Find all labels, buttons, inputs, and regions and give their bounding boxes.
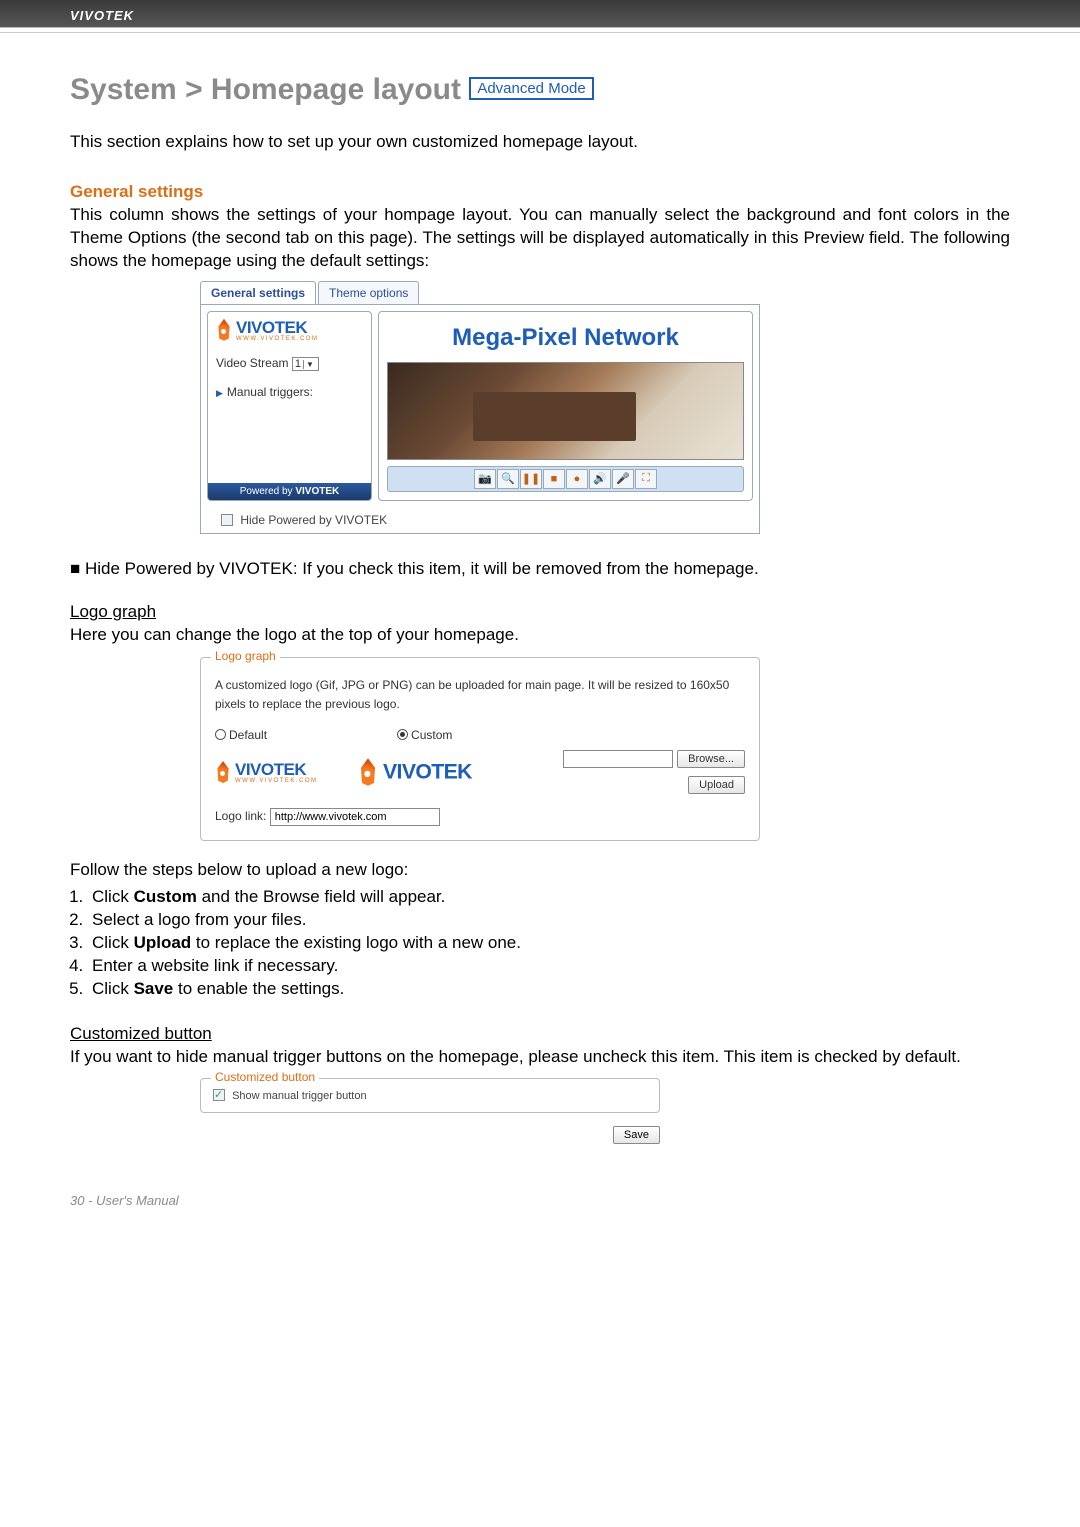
steps-intro: Follow the steps below to upload a new l… bbox=[70, 859, 1010, 882]
general-settings-heading: General settings bbox=[70, 182, 1010, 202]
record-icon[interactable]: ● bbox=[566, 469, 588, 489]
customized-button-legend: Customized button bbox=[211, 1070, 319, 1084]
logo-graph-desc: A customized logo (Gif, JPG or PNG) can … bbox=[215, 676, 745, 714]
hide-powered-note: ■ Hide Powered by VIVOTEK: If you check … bbox=[70, 558, 1010, 581]
browse-field[interactable] bbox=[563, 750, 673, 768]
customized-button-heading: Customized button bbox=[70, 1023, 1010, 1046]
customized-button-panel: Customized button Show manual trigger bu… bbox=[200, 1078, 660, 1113]
hide-powered-checkbox[interactable] bbox=[221, 514, 233, 526]
advanced-mode-badge: Advanced Mode bbox=[469, 77, 593, 100]
zoom-icon[interactable]: 🔍 bbox=[497, 469, 519, 489]
flame-icon bbox=[216, 319, 232, 341]
radio-custom[interactable]: Custom bbox=[397, 728, 452, 742]
player-toolbar: 📷 🔍 ❚❚ ■ ● 🔊 🎤 ⛶ bbox=[387, 466, 744, 492]
logo-text: VIVOTEK bbox=[236, 318, 319, 338]
banner-title: Mega-Pixel Network bbox=[387, 320, 744, 362]
chevron-down-icon: ▼ bbox=[303, 360, 316, 369]
preview-panel: General settings Theme options VIVOTEK W… bbox=[200, 281, 760, 534]
hide-powered-label: Hide Powered by VIVOTEK bbox=[240, 513, 387, 527]
snapshot-icon[interactable]: 📷 bbox=[474, 469, 496, 489]
upload-button[interactable]: Upload bbox=[688, 776, 745, 794]
flame-icon bbox=[215, 761, 231, 783]
pause-icon[interactable]: ❚❚ bbox=[520, 469, 542, 489]
manual-triggers-row[interactable]: ▶Manual triggers: bbox=[216, 385, 363, 399]
logo-link-row: Logo link: bbox=[215, 808, 745, 826]
intro-text: This section explains how to set up your… bbox=[70, 131, 1010, 154]
preview-main: Mega-Pixel Network 📷 🔍 ❚❚ ■ ● 🔊 🎤 ⛶ bbox=[378, 311, 753, 501]
video-stream-label: Video Stream bbox=[216, 356, 289, 370]
video-stream-row: Video Stream 1▼ bbox=[216, 356, 363, 371]
customized-button-text: If you want to hide manual trigger butto… bbox=[70, 1046, 1010, 1069]
fullscreen-icon[interactable]: ⛶ bbox=[635, 469, 657, 489]
top-header: VIVOTEK bbox=[0, 0, 1080, 28]
tab-theme-options[interactable]: Theme options bbox=[318, 281, 419, 304]
video-stream-select[interactable]: 1▼ bbox=[292, 357, 319, 371]
page-footer: 30 - User's Manual bbox=[70, 1193, 1010, 1208]
logo-subtext: WWW.VIVOTEK.COM bbox=[236, 336, 319, 342]
logo-link-label: Logo link: bbox=[215, 809, 266, 823]
general-settings-text: This column shows the settings of your h… bbox=[70, 204, 1010, 273]
save-button[interactable]: Save bbox=[613, 1126, 660, 1144]
logo-graph-heading: Logo graph bbox=[70, 601, 1010, 624]
steps-list: Click Custom and the Browse field will a… bbox=[88, 886, 1010, 1001]
hide-powered-row: Hide Powered by VIVOTEK bbox=[221, 513, 753, 527]
logo: VIVOTEK WWW.VIVOTEK.COM bbox=[216, 318, 319, 342]
brand-text: VIVOTEK bbox=[70, 8, 134, 23]
stop-icon[interactable]: ■ bbox=[543, 469, 565, 489]
show-trigger-checkbox[interactable] bbox=[213, 1089, 225, 1101]
show-trigger-label: Show manual trigger button bbox=[232, 1090, 367, 1102]
default-logo-preview: VIVOTEK WWW.VIVOTEK.COM bbox=[215, 760, 318, 784]
flame-icon bbox=[358, 758, 378, 786]
logo-graph-legend: Logo graph bbox=[211, 649, 280, 663]
arrow-icon: ▶ bbox=[216, 388, 223, 398]
camera-preview-image bbox=[387, 362, 744, 460]
powered-by-bar: Powered by VIVOTEK bbox=[208, 483, 371, 500]
logo-graph-panel: Logo graph A customized logo (Gif, JPG o… bbox=[200, 657, 760, 841]
tab-general-settings[interactable]: General settings bbox=[200, 281, 316, 304]
preview-sidebar: VIVOTEK WWW.VIVOTEK.COM Video Stream 1▼ … bbox=[207, 311, 372, 501]
logo-link-input[interactable] bbox=[270, 808, 440, 826]
custom-logo-preview: VIVOTEK bbox=[358, 758, 472, 786]
mic-icon[interactable]: 🎤 bbox=[612, 469, 634, 489]
volume-icon[interactable]: 🔊 bbox=[589, 469, 611, 489]
radio-default[interactable]: Default bbox=[215, 728, 267, 742]
page-title: System > Homepage layout Advanced Mode bbox=[70, 73, 1010, 107]
breadcrumb: System > Homepage layout bbox=[70, 73, 461, 106]
logo-graph-intro: Here you can change the logo at the top … bbox=[70, 624, 1010, 647]
browse-button[interactable]: Browse... bbox=[677, 750, 745, 768]
